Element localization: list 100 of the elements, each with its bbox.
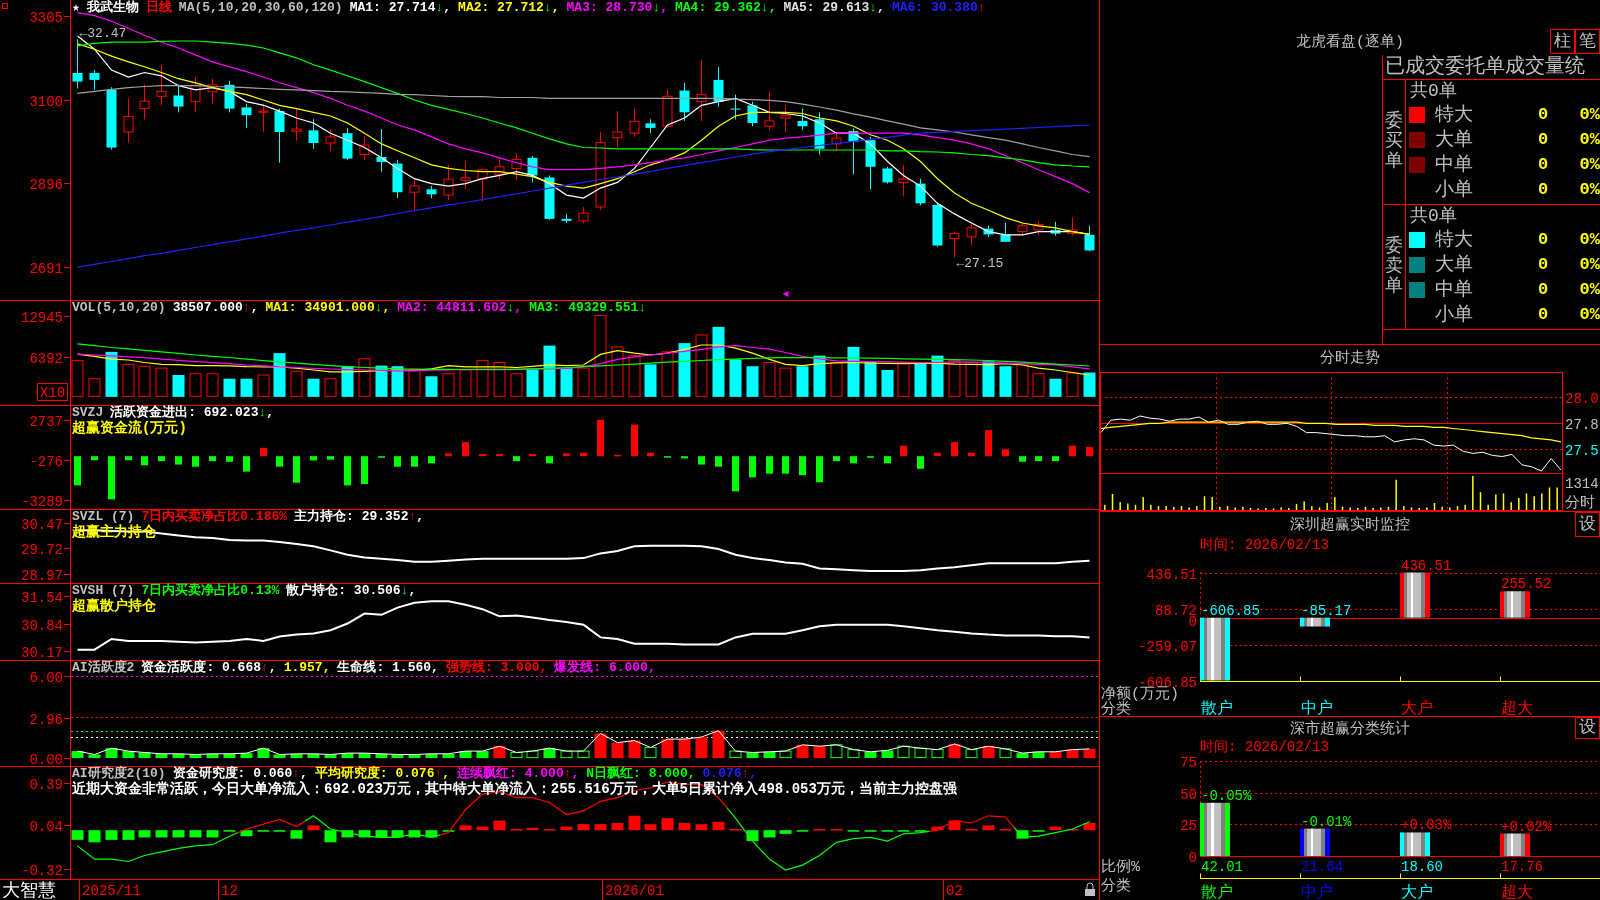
share-bar xyxy=(1300,828,1330,856)
candlestick xyxy=(106,86,117,151)
axis-label: 0.00 xyxy=(29,751,63,766)
activity-bar xyxy=(442,753,455,759)
volume-bar xyxy=(493,362,506,397)
fund-flow-bar xyxy=(580,452,587,457)
activity-bar xyxy=(189,754,202,759)
date-label: 2025/11 xyxy=(82,883,141,899)
indicator-label: 超赢资金流(万元) xyxy=(72,420,187,436)
date-label: 时间: 2026/02/13 xyxy=(1200,739,1329,755)
candlestick xyxy=(865,136,876,190)
indicator-label: SVSH (7) xyxy=(72,584,135,598)
category-label: 散户 xyxy=(1201,884,1233,900)
fund-flow-bar xyxy=(698,456,705,465)
panel-title: 深圳超赢实时监控 xyxy=(1290,516,1410,534)
indicator-label: AI研究度2(10) xyxy=(72,767,166,781)
research-bar xyxy=(290,830,303,839)
date-label: 12 xyxy=(221,883,238,899)
candlestick xyxy=(915,178,926,206)
fund-flow-bar xyxy=(1052,456,1059,462)
volume-bar xyxy=(746,366,759,397)
activity-bar xyxy=(105,748,118,759)
research-bar xyxy=(779,830,792,834)
settings-button[interactable]: 设 xyxy=(1575,512,1600,537)
axis-label: -259.07 xyxy=(1138,638,1197,655)
fund-flow-bar xyxy=(900,445,907,457)
settings-button[interactable]: 设 xyxy=(1575,717,1600,739)
volume-bar xyxy=(290,370,303,397)
volume-bar xyxy=(206,373,219,397)
indicator-label: 日线 xyxy=(145,1,172,15)
volume-bar xyxy=(881,370,894,397)
volume-bar xyxy=(948,360,961,397)
indicator-label: 爆发线: 6.000, xyxy=(554,661,656,675)
activity-bar xyxy=(459,751,472,759)
category-label: 超大 xyxy=(1501,700,1533,716)
activity-bar xyxy=(391,754,404,759)
fund-flow-bar xyxy=(394,456,401,467)
candlestick xyxy=(1084,225,1095,252)
panel-title: 龙虎看盘(逐单) xyxy=(1296,33,1404,51)
category-label: 大户 xyxy=(1401,884,1433,900)
candlestick xyxy=(308,118,319,150)
indicator-label: SVZJ xyxy=(72,406,104,420)
group-label: 委卖单 xyxy=(1385,237,1403,297)
volume-bar xyxy=(88,378,101,397)
indicator-label: 7日内买卖净占比0.186% xyxy=(141,510,288,524)
candlestick xyxy=(797,108,808,131)
category-label: 超大 xyxy=(1501,884,1533,900)
price-annotation: ←27.15 xyxy=(956,256,1004,272)
category-label: 中户 xyxy=(1301,884,1333,900)
order-share: 0% xyxy=(1579,228,1600,251)
candlestick xyxy=(629,108,640,138)
value-label: 17.76 xyxy=(1501,859,1543,875)
volume-bar xyxy=(577,367,590,397)
candlestick xyxy=(1033,221,1044,236)
candlestick xyxy=(460,161,471,190)
volume-bar xyxy=(763,362,776,397)
axis-label: 30.84 xyxy=(21,617,63,634)
fund-flow-bar xyxy=(715,456,722,467)
activity-bar xyxy=(172,753,185,759)
triangle-marker-icon xyxy=(782,291,789,297)
price-label: 28.0 xyxy=(1565,390,1599,407)
date-label: 时间: 2026/02/13 xyxy=(1200,537,1329,553)
axis-label: -276 xyxy=(29,453,63,470)
activity-bar xyxy=(223,753,236,759)
fund-flow-bar xyxy=(1035,456,1042,462)
research-bar xyxy=(375,830,388,838)
candlestick xyxy=(1017,222,1028,237)
activity-bar xyxy=(1032,751,1045,759)
volume-bar xyxy=(375,365,388,397)
candlestick xyxy=(426,185,437,199)
net-amount-bar xyxy=(1200,617,1230,681)
candlestick xyxy=(494,157,505,180)
candlestick xyxy=(1000,222,1011,243)
order-size-label: 大单 xyxy=(1435,128,1473,151)
axis-label: 6392 xyxy=(29,350,63,367)
axis-label: 0 xyxy=(1188,849,1197,866)
share-bar xyxy=(1200,802,1230,856)
date-label: 02 xyxy=(946,883,963,899)
activity-bar xyxy=(729,750,742,759)
candlestick xyxy=(966,224,977,246)
indicator-label: MA5: 29.613↓, xyxy=(783,1,885,15)
volume-bar xyxy=(661,351,674,397)
toggle-button[interactable]: 柱 xyxy=(1550,29,1575,54)
net-amount-bar xyxy=(1300,617,1330,627)
toggle-button[interactable]: 笔 xyxy=(1575,29,1600,54)
axis-label: 25 xyxy=(1180,817,1197,834)
axis-label: 31.54 xyxy=(21,589,63,606)
order-share: 0% xyxy=(1579,153,1600,176)
research-bar xyxy=(611,823,624,831)
fund-flow-bar xyxy=(1086,446,1093,457)
axis-label: 0.04 xyxy=(29,818,63,835)
volume-bar xyxy=(223,378,236,397)
fund-flow-bar xyxy=(125,456,132,461)
price-label: 27.5 xyxy=(1565,442,1599,459)
activity-bar xyxy=(257,748,270,759)
fund-flow-bar xyxy=(344,456,351,486)
fund-flow-bar xyxy=(108,456,115,500)
activity-bar xyxy=(138,752,151,759)
activity-bar xyxy=(476,751,489,759)
candlestick xyxy=(156,64,167,106)
